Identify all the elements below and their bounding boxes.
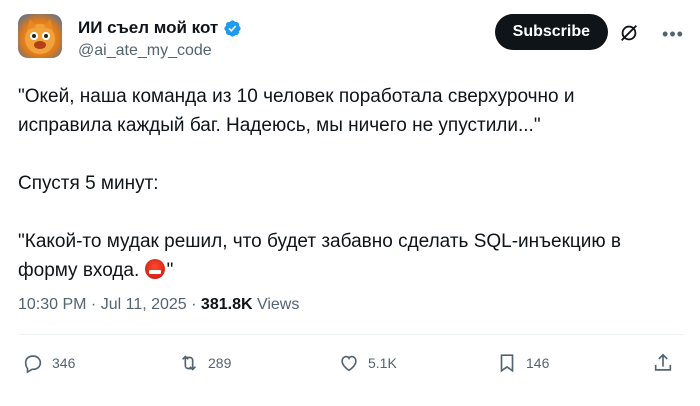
tweet-time[interactable]: 10:30 PM (18, 296, 86, 313)
more-icon[interactable]: ••• (662, 24, 684, 44)
heart-icon (341, 355, 357, 372)
author-handle[interactable]: @ai_ate_my_code (78, 42, 212, 60)
share-button[interactable] (652, 352, 674, 374)
action-bar: 346 289 5.1K 146 (18, 352, 682, 378)
repost-icon (181, 355, 197, 371)
reply-button[interactable]: 346 (22, 352, 75, 374)
tweet-line: "Какой-то мудак решил, что будет забавно… (18, 231, 622, 252)
like-count: 5.1K (368, 355, 397, 371)
cartoon-cat-avatar[interactable] (18, 14, 62, 58)
tweet-date[interactable]: Jul 11, 2025 (101, 296, 187, 313)
repost-count: 289 (208, 355, 232, 371)
author-name-row: ИИ съел мой кот (78, 18, 242, 38)
bookmark-button[interactable]: 146 (496, 352, 549, 374)
share-icon (654, 353, 672, 371)
views-label: Views (252, 296, 300, 313)
bookmark-icon (500, 354, 514, 373)
bookmark-count: 146 (526, 355, 550, 371)
subscribe-button[interactable]: Subscribe (494, 14, 608, 50)
tweet-meta: 10:30 PM · Jul 11, 2025 · 381.8K Views (18, 296, 299, 314)
author-display-name[interactable]: ИИ съел мой кот (78, 18, 218, 38)
meta-separator: · (186, 296, 201, 313)
verified-badge-icon[interactable] (223, 19, 242, 38)
tweet-line: Спустя 5 минут: (18, 173, 159, 194)
tweet-line: "Окей, наша команда из 10 человек порабо… (18, 86, 575, 107)
grok-icon[interactable] (618, 22, 640, 44)
tweet-line: исправила каждый баг. Надеюсь, мы ничего… (18, 115, 541, 136)
tweet-header: ИИ съел мой кот @ai_ate_my_code Subscrib… (18, 12, 684, 62)
divider (18, 334, 684, 335)
tweet-line-text: форму входа. (18, 260, 145, 281)
tweet-body: "Окей, наша команда из 10 человек порабо… (18, 82, 682, 285)
reply-count: 346 (52, 355, 76, 371)
like-button[interactable]: 5.1K (338, 352, 397, 374)
repost-button[interactable]: 289 (178, 352, 231, 374)
cursing-face-emoji (144, 259, 165, 279)
tweet-line-last: форму входа. " (18, 256, 682, 285)
closing-quote: " (166, 260, 174, 281)
reply-icon (24, 355, 42, 374)
meta-separator: · (86, 296, 101, 313)
views-count[interactable]: 381.8K (201, 296, 253, 313)
